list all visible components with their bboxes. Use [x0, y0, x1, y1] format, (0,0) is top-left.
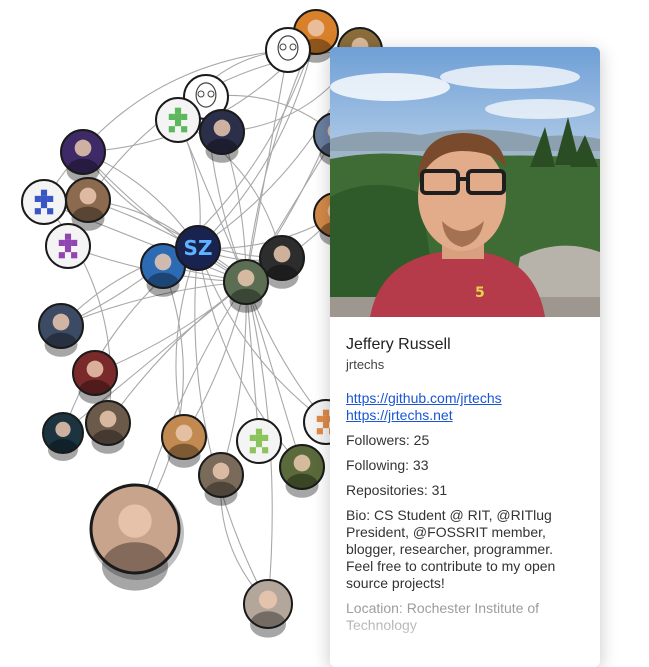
profile-name: Jeffery Russell — [346, 336, 451, 353]
node-purple-identicon[interactable] — [45, 223, 91, 269]
node-woman-bottom[interactable] — [243, 579, 293, 638]
node-plaid-guy[interactable] — [198, 452, 244, 506]
node-woman-large[interactable] — [89, 483, 184, 591]
svg-text:5: 5 — [475, 285, 485, 301]
profile-photo: 5 — [330, 47, 600, 317]
following-count: Following: 33 — [346, 457, 429, 473]
node-green-identicon[interactable] — [155, 97, 201, 143]
node-sunglasses[interactable] — [279, 444, 325, 498]
followers-count: Followers: 25 — [346, 432, 430, 448]
node-purple-art[interactable] — [60, 129, 106, 183]
website-link[interactable]: https://jrtechs.net — [346, 407, 584, 424]
node-red-photo[interactable] — [72, 350, 118, 404]
profile-login: jrtechs — [346, 357, 385, 372]
node-glasses-guy[interactable] — [65, 177, 111, 231]
node-dark-stage[interactable] — [199, 109, 245, 163]
node-blue-identicon[interactable] — [21, 179, 67, 225]
node-sz-badge[interactable]: SZ — [175, 225, 221, 271]
node-white-shirt[interactable] — [161, 414, 207, 468]
node-smiling-guy[interactable] — [85, 400, 131, 454]
user-profile-card: 5 Jeffery Russell jrtechs https://github… — [330, 47, 600, 667]
repositories-count: Repositories: 31 — [346, 482, 448, 498]
sz-badge-text: SZ — [184, 236, 213, 260]
node-green-identicon-2[interactable] — [236, 418, 282, 464]
node-dark-teal[interactable] — [42, 412, 84, 461]
node-suit-guy[interactable] — [38, 303, 84, 357]
card-fade — [330, 607, 600, 667]
github-link[interactable]: https://github.com/jrtechs — [346, 390, 584, 407]
node-center-user[interactable] — [223, 259, 269, 313]
node-sketch-avatar[interactable] — [265, 27, 311, 73]
profile-bio: Bio: CS Student @ RIT, @RITlug President… — [346, 507, 556, 591]
